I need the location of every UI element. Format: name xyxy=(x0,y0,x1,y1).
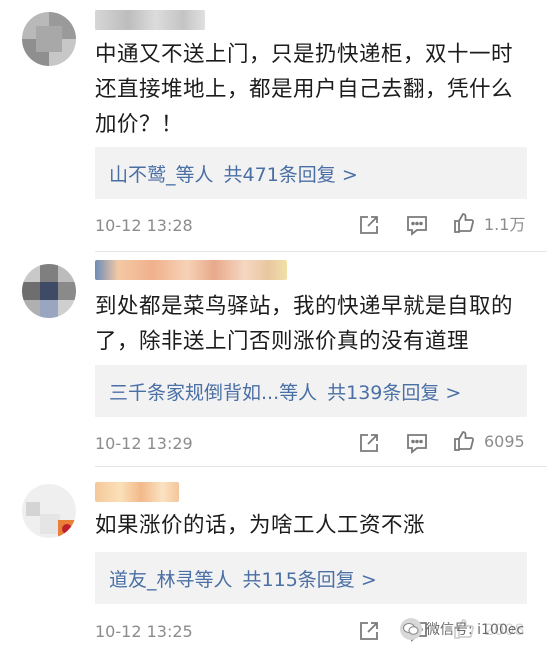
share-icon[interactable] xyxy=(357,619,381,643)
watermark-text: 微信号: i100ec xyxy=(426,622,525,638)
comment-line: 了，除非送上门否则涨价真的没有道理 xyxy=(95,329,470,354)
timestamp: 10-12 13:25 xyxy=(95,621,193,641)
comment-line: 中通又不送上门，只是扔快递柜，双十一时 xyxy=(95,42,514,67)
divider xyxy=(95,466,547,467)
share-icon[interactable] xyxy=(357,213,381,237)
comment-text: 中通又不送上门，只是扔快递柜，双十一时 还直接堆地上，都是用户自己去翻，凭什么 … xyxy=(95,37,525,142)
comment-line: 如果涨价的话，为啥工人工资不涨 xyxy=(95,513,426,538)
comment-line: 还直接堆地上，都是用户自己去翻，凭什么 xyxy=(95,77,514,102)
comment-meta: 10-12 13:29 6095 xyxy=(95,429,527,457)
username-blurred[interactable] xyxy=(95,482,179,502)
avatar[interactable] xyxy=(22,12,76,66)
avatar[interactable] xyxy=(22,264,76,318)
comment-line: 加价？！ xyxy=(95,112,184,137)
timestamp: 10-12 13:29 xyxy=(95,433,193,453)
like-button[interactable]: 6095 xyxy=(452,429,525,453)
wechat-watermark: 微信号: i100ec xyxy=(400,618,524,640)
reply-count-link[interactable]: 共471条回复 > xyxy=(224,160,358,187)
reply-count-link[interactable]: 共139条回复 > xyxy=(327,378,461,405)
comment-icon[interactable] xyxy=(405,213,429,237)
comment-icon[interactable] xyxy=(405,431,429,455)
reply-names[interactable]: 山不鹫_等人 xyxy=(109,160,214,187)
comment-text: 如果涨价的话，为啥工人工资不涨 xyxy=(95,508,525,543)
comment-text: 到处都是菜鸟驿站，我的快递早就是自取的 了，除非送上门否则涨价真的没有道理 xyxy=(95,289,525,359)
share-icon[interactable] xyxy=(357,431,381,455)
thumbs-up-icon[interactable] xyxy=(452,429,476,453)
avatar[interactable] xyxy=(22,484,76,538)
comment-meta: 10-12 13:28 1.1万 xyxy=(95,211,527,239)
reply-names[interactable]: 三千条家规倒背如...等人 xyxy=(109,378,317,405)
comment-line: 到处都是菜鸟驿站，我的快递早就是自取的 xyxy=(95,294,514,319)
reply-count-link[interactable]: 共115条回复 > xyxy=(243,565,377,592)
wechat-logo-icon xyxy=(400,618,422,640)
reply-summary[interactable]: 道友_林寻等人 共115条回复 > xyxy=(95,552,527,604)
username-blurred[interactable] xyxy=(95,10,205,30)
like-count: 1.1万 xyxy=(484,215,526,234)
username-blurred[interactable] xyxy=(95,260,287,280)
reply-names[interactable]: 道友_林寻等人 xyxy=(109,565,233,592)
timestamp: 10-12 13:28 xyxy=(95,215,193,235)
divider xyxy=(95,251,547,252)
like-button[interactable]: 1.1万 xyxy=(452,211,525,235)
reply-summary[interactable]: 山不鹫_等人 共471条回复 > xyxy=(95,147,527,199)
like-count: 6095 xyxy=(484,431,525,451)
reply-summary[interactable]: 三千条家规倒背如...等人 共139条回复 > xyxy=(95,365,527,417)
thumbs-up-icon[interactable] xyxy=(452,211,476,235)
